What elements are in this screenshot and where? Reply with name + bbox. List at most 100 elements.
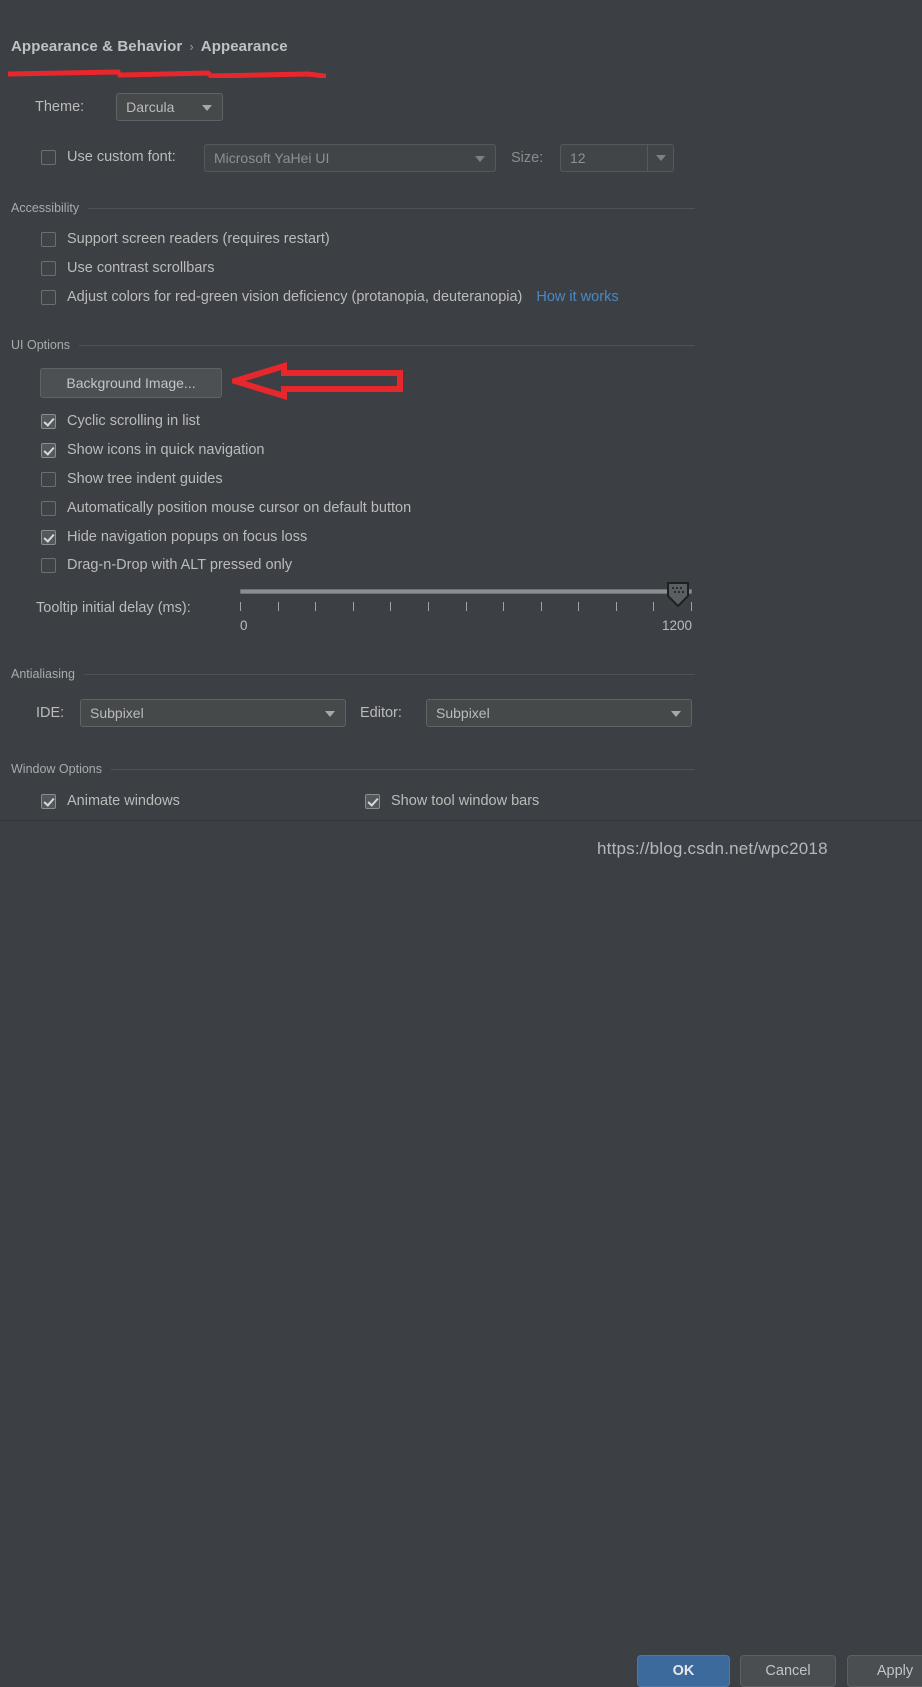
- hide-navigation-popups-label: Hide navigation popups on focus loss: [67, 529, 308, 545]
- window-options-section-header: Window Options: [11, 762, 695, 776]
- chevron-down-icon: [202, 105, 213, 111]
- theme-dropdown[interactable]: Darcula: [116, 93, 224, 121]
- hide-navigation-popups-checkbox[interactable]: [41, 529, 56, 545]
- font-size-label: Size:: [511, 150, 544, 166]
- chevron-down-icon: [671, 711, 681, 717]
- breadcrumb-root[interactable]: Appearance & Behavior: [11, 38, 182, 55]
- slider-max-label: 1200: [661, 618, 692, 633]
- slider-tick: [541, 602, 542, 611]
- cancel-button[interactable]: Cancel: [740, 1655, 836, 1687]
- animate-windows-checkbox[interactable]: [41, 793, 56, 809]
- how-it-works-link[interactable]: How it works: [536, 289, 618, 305]
- show-tool-window-bars-row[interactable]: Show tool window bars: [365, 793, 539, 809]
- accessibility-section-header: Accessibility: [11, 201, 695, 215]
- slider-tick: [278, 602, 279, 611]
- show-tree-indent-guides-row[interactable]: Show tree indent guides: [41, 471, 223, 487]
- auto-position-mouse-cursor-checkbox[interactable]: [41, 500, 56, 516]
- chevron-down-icon: [475, 156, 485, 162]
- antialiasing-section-title: Antialiasing: [11, 667, 75, 681]
- theme-dropdown-value: Darcula: [126, 99, 175, 115]
- adjust-colors-vision-deficiency-row[interactable]: Adjust colors for red-green vision defic…: [41, 289, 619, 305]
- slider-tick: [428, 602, 429, 611]
- slider-tick: [353, 602, 354, 611]
- support-screen-readers-label: Support screen readers (requires restart…: [67, 231, 330, 247]
- use-contrast-scrollbars-checkbox[interactable]: [41, 260, 56, 276]
- theme-label: Theme:: [35, 99, 85, 115]
- font-size-spinner[interactable]: 12: [560, 144, 674, 172]
- use-custom-font-checkbox-row[interactable]: Use custom font:: [41, 149, 176, 165]
- support-screen-readers-row[interactable]: Support screen readers (requires restart…: [41, 231, 330, 247]
- slider-tick: [466, 602, 467, 611]
- font-size-value[interactable]: 12: [561, 145, 647, 171]
- slider-min-label: 0: [240, 618, 248, 633]
- drag-n-drop-alt-label: Drag-n-Drop with ALT pressed only: [67, 557, 293, 573]
- theme-row: Theme: Darcula: [35, 93, 224, 121]
- ok-button-label: OK: [672, 1663, 695, 1679]
- slider-ticks: [240, 602, 692, 612]
- font-size-dropdown-button[interactable]: [647, 145, 673, 171]
- custom-font-dropdown[interactable]: Microsoft YaHei UI: [204, 144, 496, 172]
- cyclic-scrolling-row[interactable]: Cyclic scrolling in list: [41, 413, 200, 429]
- ide-antialiasing-value: Subpixel: [90, 705, 144, 721]
- cancel-button-label: Cancel: [765, 1663, 811, 1679]
- apply-button-label: Apply: [876, 1663, 914, 1679]
- slider-tick: [315, 602, 316, 611]
- animate-windows-label: Animate windows: [67, 793, 180, 809]
- use-contrast-scrollbars-row[interactable]: Use contrast scrollbars: [41, 260, 214, 276]
- apply-button[interactable]: Apply: [847, 1655, 922, 1687]
- editor-antialiasing-value: Subpixel: [436, 705, 490, 721]
- show-tool-window-bars-label: Show tool window bars: [391, 793, 540, 809]
- cyclic-scrolling-label: Cyclic scrolling in list: [67, 413, 200, 429]
- auto-position-mouse-cursor-row[interactable]: Automatically position mouse cursor on d…: [41, 500, 411, 516]
- show-icons-quick-navigation-row[interactable]: Show icons in quick navigation: [41, 442, 264, 458]
- use-custom-font-checkbox[interactable]: [41, 149, 56, 165]
- ide-antialiasing-dropdown[interactable]: Subpixel: [80, 699, 346, 727]
- hide-navigation-popups-row[interactable]: Hide navigation popups on focus loss: [41, 529, 307, 545]
- show-tool-window-bars-checkbox[interactable]: [365, 793, 380, 809]
- show-tree-indent-guides-checkbox[interactable]: [41, 471, 56, 487]
- slider-tick: [653, 602, 654, 611]
- breadcrumb-current: Appearance: [200, 38, 288, 55]
- drag-n-drop-alt-checkbox[interactable]: [41, 557, 56, 573]
- ok-button[interactable]: OK: [637, 1655, 730, 1687]
- antialiasing-section-header: Antialiasing: [11, 667, 695, 681]
- slider-tick: [691, 602, 692, 611]
- accessibility-section-title: Accessibility: [11, 201, 80, 215]
- adjust-colors-vision-deficiency-label: Adjust colors for red-green vision defic…: [67, 289, 523, 305]
- editor-antialiasing-dropdown[interactable]: Subpixel: [426, 699, 692, 727]
- slider-tick: [390, 602, 391, 611]
- ui-options-section-title: UI Options: [11, 338, 71, 352]
- section-divider: [88, 207, 695, 209]
- slider-track[interactable]: [240, 589, 692, 594]
- editor-antialiasing-label: Editor:: [360, 705, 402, 721]
- slider-tick: [240, 602, 241, 611]
- slider-tick: [616, 602, 617, 611]
- cyclic-scrolling-checkbox[interactable]: [41, 413, 56, 429]
- section-divider: [83, 673, 695, 675]
- auto-position-mouse-cursor-label: Automatically position mouse cursor on d…: [67, 500, 412, 516]
- show-tree-indent-guides-label: Show tree indent guides: [67, 471, 223, 487]
- use-contrast-scrollbars-label: Use contrast scrollbars: [67, 260, 215, 276]
- chevron-down-icon: [655, 155, 666, 161]
- background-image-button[interactable]: Background Image...: [40, 368, 222, 398]
- slider-tick: [578, 602, 579, 611]
- ide-antialiasing-label: IDE:: [36, 705, 65, 721]
- show-icons-quick-navigation-label: Show icons in quick navigation: [67, 442, 265, 458]
- red-underline-annotation: [8, 69, 326, 78]
- dialog-button-bar: OK Cancel Apply: [0, 821, 922, 1687]
- tooltip-delay-label: Tooltip initial delay (ms):: [36, 600, 191, 616]
- tooltip-delay-slider[interactable]: 0 1200: [240, 582, 692, 636]
- background-image-button-label: Background Image...: [66, 375, 196, 391]
- section-divider: [79, 344, 695, 346]
- adjust-colors-vision-deficiency-checkbox[interactable]: [41, 289, 56, 305]
- section-divider: [111, 768, 695, 770]
- custom-font-value: Microsoft YaHei UI: [214, 150, 330, 166]
- drag-n-drop-alt-row[interactable]: Drag-n-Drop with ALT pressed only: [41, 557, 292, 573]
- chevron-down-icon: [325, 711, 335, 717]
- show-icons-quick-navigation-checkbox[interactable]: [41, 442, 56, 458]
- support-screen-readers-checkbox[interactable]: [41, 231, 56, 247]
- animate-windows-row[interactable]: Animate windows: [41, 793, 180, 809]
- slider-tick: [503, 602, 504, 611]
- breadcrumb: Appearance & Behavior › Appearance: [11, 38, 288, 55]
- use-custom-font-label: Use custom font:: [67, 149, 176, 165]
